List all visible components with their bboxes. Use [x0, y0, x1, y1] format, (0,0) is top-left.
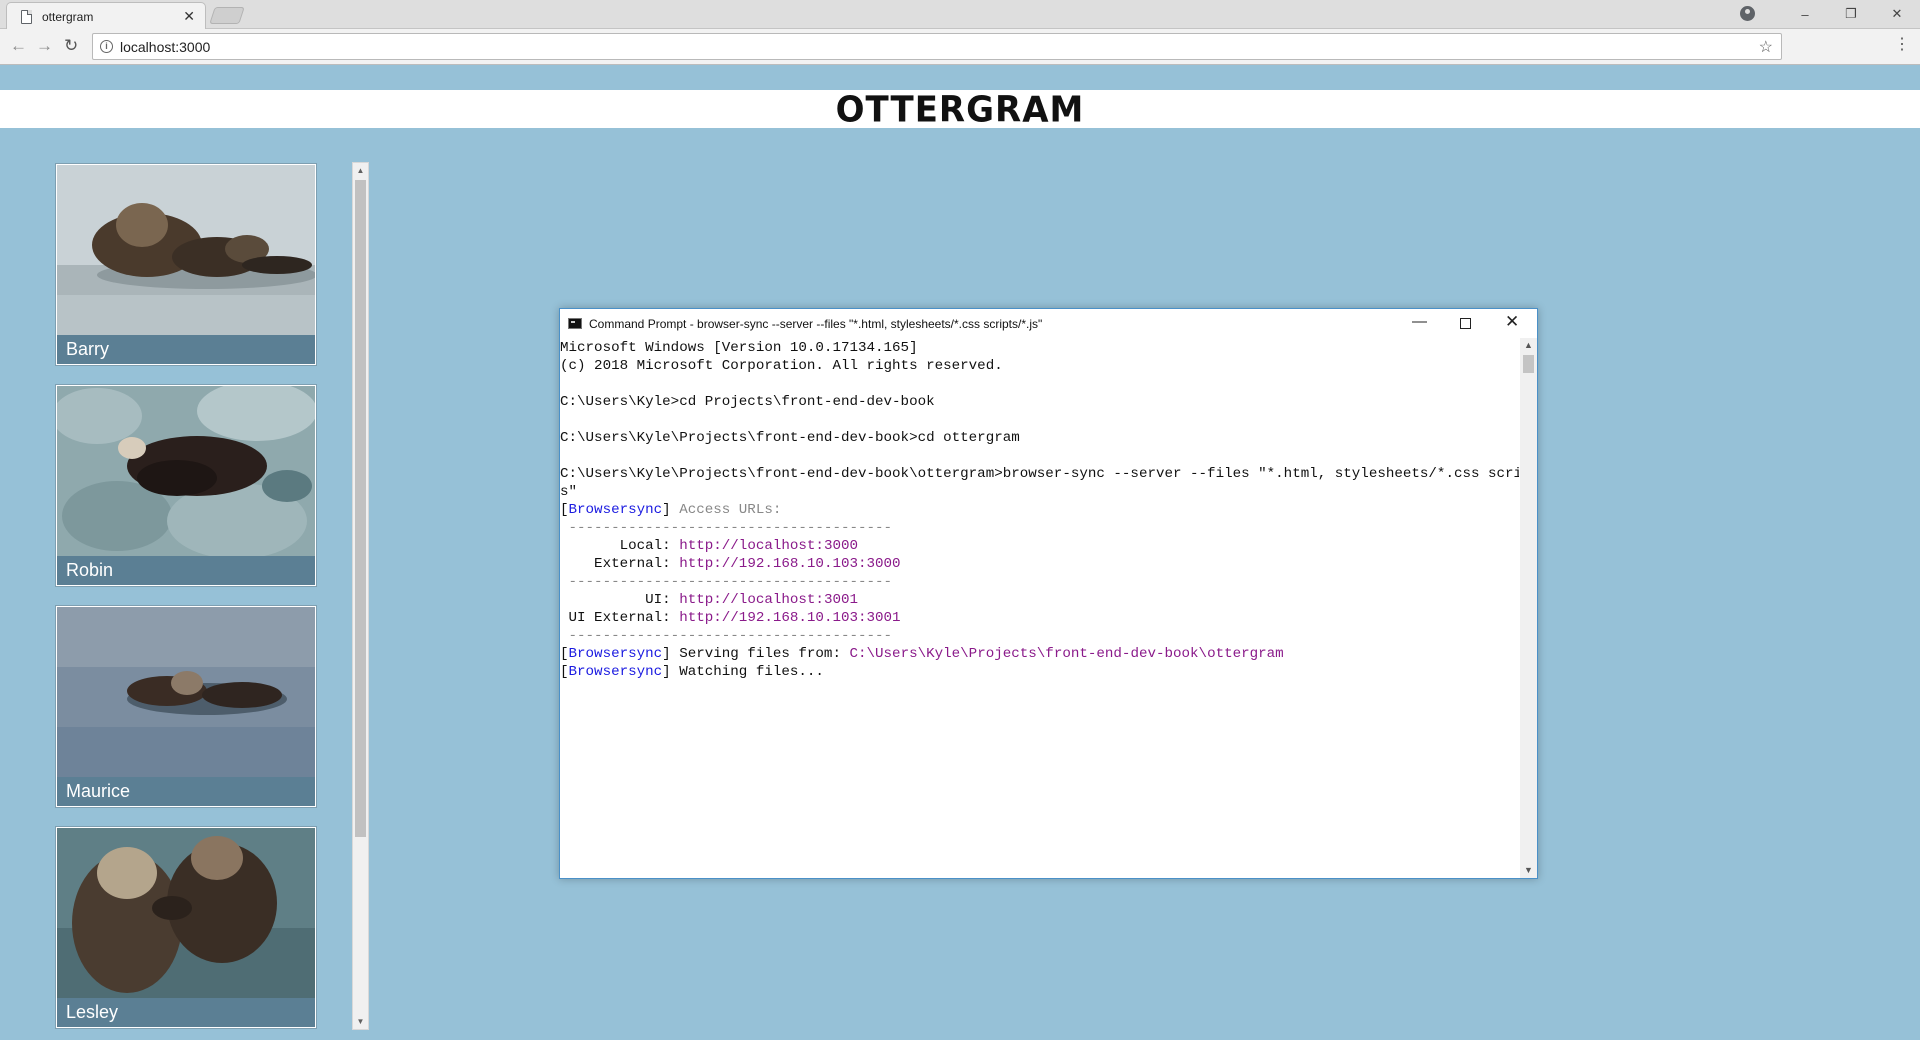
page-icon [21, 10, 32, 24]
menu-icon[interactable]: ⋮ [1894, 36, 1910, 54]
console-line: C:\Users\Kyle\Projects\front-end-dev-boo… [560, 430, 1020, 446]
console-line: [Browsersync] Watching files... [560, 664, 824, 680]
console-line: External: http://192.168.10.103:3000 [560, 555, 1519, 573]
local-label: Local: [560, 538, 680, 554]
thumbnail-list: Barry Robin Maurice Lesley [55, 163, 318, 1029]
ui-label: UI: [560, 592, 680, 608]
cmd-icon [568, 318, 582, 329]
command-prompt-titlebar[interactable]: Command Prompt - browser-sync --server -… [560, 309, 1537, 338]
thumbnail-item[interactable]: Lesley [55, 826, 317, 1029]
scroll-up-icon[interactable]: ▲ [353, 163, 368, 178]
scroll-up-icon[interactable]: ▲ [1520, 338, 1537, 353]
command-prompt-title: Command Prompt - browser-sync --server -… [589, 317, 1043, 331]
address-bar[interactable]: i localhost:3000 ☆ [92, 33, 1782, 60]
page-header: OTTERGRAM [0, 89, 1920, 131]
ui-url: http://localhost:3001 [679, 592, 858, 608]
close-window-icon[interactable]: ✕ [1874, 6, 1920, 22]
thumbnail-item[interactable]: Robin [55, 384, 317, 587]
serving-text: Serving files from: [670, 646, 850, 662]
watching-text: Watching files... [670, 664, 824, 680]
local-url: http://localhost:3000 [679, 538, 858, 554]
profile-icon[interactable] [1740, 6, 1755, 21]
thumbnail-title: Lesley [57, 998, 315, 1027]
info-icon[interactable]: i [100, 40, 113, 53]
console-divider: -------------------------------------- [560, 520, 893, 536]
console-line: C:\Users\Kyle>cd Projects\front-end-dev-… [560, 394, 935, 410]
console-line: (c) 2018 Microsoft Corporation. All righ… [560, 358, 1003, 374]
console-line: [Browsersync] Serving files from: C:\Use… [560, 646, 1284, 662]
console-line: s" [560, 484, 578, 500]
minimize-icon[interactable]: – [1782, 7, 1828, 22]
console-line: Local: http://localhost:3000 [560, 537, 1519, 555]
console-divider: -------------------------------------- [560, 628, 893, 644]
bookmark-star-icon[interactable]: ☆ [1759, 37, 1773, 57]
thumbnail-scrollbar[interactable]: ▲ ▼ [352, 162, 369, 1030]
console-line: UI External: http://192.168.10.103:3001 [560, 609, 1519, 627]
command-prompt-window[interactable]: Command Prompt - browser-sync --server -… [559, 308, 1538, 879]
browsersync-tag: Browsersync [568, 664, 663, 680]
scrollbar-thumb[interactable] [1523, 355, 1534, 373]
forward-icon[interactable]: → [36, 37, 53, 55]
back-icon[interactable]: ← [10, 37, 27, 55]
scroll-down-icon[interactable]: ▼ [353, 1014, 368, 1029]
tab-close-icon[interactable]: ✕ [183, 8, 195, 24]
thumbnail-title: Barry [57, 335, 315, 364]
otter-photo-maurice[interactable] [57, 607, 315, 777]
tab-title: ottergram [42, 10, 94, 24]
ui-external-label: UI External: [560, 610, 680, 626]
ottergram-logo: OTTERGRAM [835, 89, 1085, 131]
window-controls: – ❐ ✕ [1782, 0, 1920, 28]
console-line: [Browsersync] Access URLs: [560, 502, 782, 518]
browsersync-tag: Browsersync [568, 502, 663, 518]
console-line: Microsoft Windows [Version 10.0.17134.16… [560, 340, 918, 356]
thumbnail-item[interactable]: Maurice [55, 605, 317, 808]
otter-photo-barry[interactable] [57, 165, 315, 335]
external-label: External: [560, 556, 680, 572]
console-line: UI: http://localhost:3001 [560, 591, 1519, 609]
scroll-down-icon[interactable]: ▼ [1520, 863, 1537, 878]
browser-tabstrip: ottergram ✕ – ❐ ✕ [0, 0, 1920, 30]
console-divider: -------------------------------------- [560, 574, 893, 590]
access-urls-text: Access URLs: [670, 502, 782, 518]
thumbnail-item[interactable]: Barry [55, 163, 317, 366]
console-output[interactable]: Microsoft Windows [Version 10.0.17134.16… [560, 338, 1519, 878]
new-tab-button[interactable] [209, 7, 245, 24]
url-text[interactable]: localhost:3000 [120, 39, 210, 55]
cmd-close-icon[interactable]: ✕ [1505, 313, 1519, 331]
otter-photo-lesley[interactable] [57, 828, 315, 998]
browser-tab[interactable]: ottergram ✕ [6, 2, 206, 30]
otter-photo-robin[interactable] [57, 386, 315, 556]
restore-icon[interactable]: ❐ [1828, 6, 1874, 22]
external-url: http://192.168.10.103:3000 [679, 556, 901, 572]
console-line: C:\Users\Kyle\Projects\front-end-dev-boo… [560, 466, 1519, 482]
thumbnail-title: Robin [57, 556, 315, 585]
serving-path: C:\Users\Kyle\Projects\front-end-dev-boo… [849, 646, 1284, 662]
thumbnail-title: Maurice [57, 777, 315, 806]
console-scrollbar[interactable]: ▲ ▼ [1520, 338, 1537, 878]
cmd-minimize-icon[interactable]: — [1412, 313, 1427, 331]
reload-icon[interactable]: ↻ [64, 37, 78, 55]
browsersync-tag: Browsersync [568, 646, 663, 662]
browser-toolbar: ← → ↻ i localhost:3000 ☆ ⋮ [0, 29, 1920, 65]
cmd-maximize-icon[interactable] [1460, 318, 1471, 329]
scrollbar-thumb[interactable] [355, 180, 366, 837]
ui-external-url: http://192.168.10.103:3001 [679, 610, 901, 626]
